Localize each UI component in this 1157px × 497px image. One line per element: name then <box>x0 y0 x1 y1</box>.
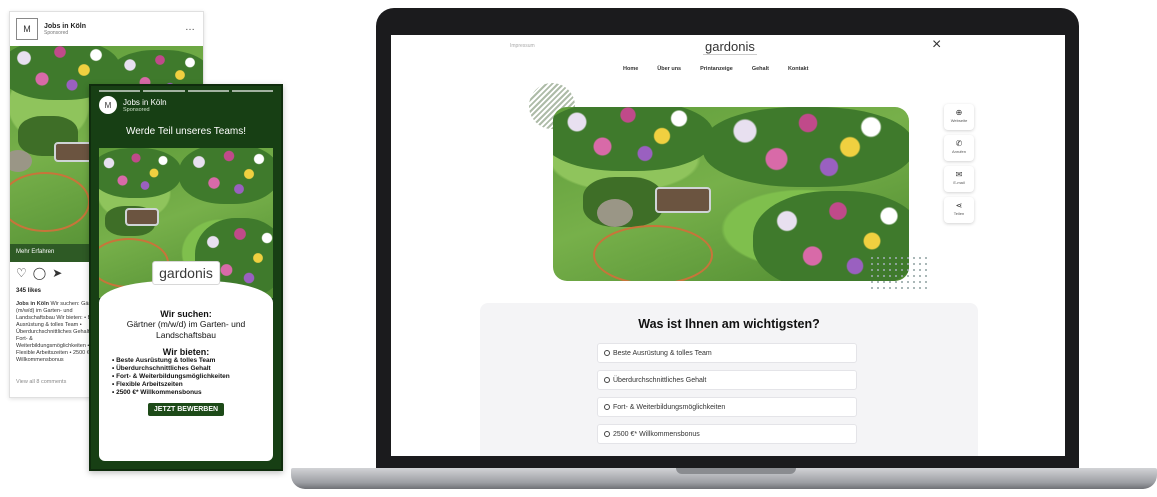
likes-count: 345 likes <box>16 288 42 294</box>
phone-story-ad: M Jobs in Köln Sponsored Werde Teil unse… <box>89 84 283 471</box>
quiz-option-label: Fort- & Weiterbildungsmöglichkeiten <box>613 403 726 411</box>
offer-heading: Wir bieten: <box>162 347 210 357</box>
call-label: Anrufen <box>951 149 966 154</box>
brand-logo: gardonis <box>152 261 220 285</box>
post-header: M Jobs in Köln Sponsored … <box>10 12 203 46</box>
nav-item-salary[interactable]: Gehalt <box>752 66 769 72</box>
offer-item: • Fort- & Weiterbildungsmöglichkeiten <box>112 373 230 380</box>
share-label: Teilen <box>953 211 965 216</box>
account-name[interactable]: Jobs in Köln <box>123 98 167 107</box>
quiz-title: Was ist Ihnen am wichtigsten? <box>638 317 820 331</box>
phone-icon: ✆ <box>955 139 963 148</box>
website-label: Webseite <box>950 118 968 123</box>
story-card: gardonis Wir suchen: Gärtner (m/w/d) im … <box>99 261 273 461</box>
quiz-option-label: Beste Ausrüstung & tolles Team <box>613 349 712 357</box>
call-button[interactable]: ✆ Anrufen <box>944 135 974 161</box>
offer-item: • Flexible Arbeitszeiten <box>112 381 183 388</box>
offer-item: • Überdurchschnittliches Gehalt <box>112 365 211 372</box>
quiz-option[interactable]: Fort- & Weiterbildungsmöglichkeiten <box>597 397 857 417</box>
brand-logo: M <box>16 18 38 40</box>
heart-icon[interactable]: ♡ <box>16 266 27 280</box>
hero-image <box>553 107 909 281</box>
main-nav: Home Über uns Printanzeige Gehalt Kontak… <box>623 66 808 72</box>
radio-icon <box>604 431 610 437</box>
sponsored-label: Sponsored <box>44 29 69 36</box>
sponsored-label: Sponsored <box>123 106 150 113</box>
view-comments-link[interactable]: View all 8 comments <box>16 379 66 385</box>
laptop-notch <box>676 468 796 474</box>
offer-list: • Beste Ausrüstung & tolles Team • Überd… <box>99 357 273 397</box>
share-icon: ⋖ <box>955 201 963 210</box>
nav-item-contact[interactable]: Kontakt <box>788 66 808 72</box>
globe-icon: ⊕ <box>955 108 963 117</box>
story-header: M Jobs in Köln Sponsored <box>99 96 167 114</box>
email-label: E-mail <box>953 180 965 185</box>
mail-icon: ✉ <box>955 170 963 179</box>
nav-item-print-ad[interactable]: Printanzeige <box>700 66 733 72</box>
radio-icon <box>604 404 610 410</box>
quiz-option[interactable]: Überdurchschnittliches Gehalt <box>597 370 857 390</box>
share-button[interactable]: ⋖ Teilen <box>944 197 974 223</box>
story-progress <box>99 90 273 92</box>
offer-item: • Beste Ausrüstung & tolles Team <box>112 357 216 364</box>
story-headline: Werde Teil unseres Teams! <box>125 126 247 137</box>
avatar: M <box>99 96 117 114</box>
close-icon[interactable]: × <box>932 36 941 54</box>
radio-icon <box>604 377 610 383</box>
seek-heading: Wir suchen: <box>160 309 212 319</box>
website-button[interactable]: ⊕ Webseite <box>944 104 974 130</box>
quiz-option[interactable]: 2500 €* Willkommensbonus <box>597 424 857 444</box>
impressum-link[interactable]: Impressum <box>510 43 535 49</box>
offer-item: • 2500 €* Willkommensbonus <box>112 389 202 396</box>
radio-icon <box>604 350 610 356</box>
quiz-option-label: Überdurchschnittliches Gehalt <box>613 376 707 384</box>
quiz-option-label: 2500 €* Willkommensbonus <box>613 430 700 438</box>
caption-account: Jobs in Köln <box>16 301 49 307</box>
brand-logo[interactable]: gardonis <box>703 39 757 55</box>
more-icon[interactable]: … <box>185 22 195 33</box>
quiz-panel: Was ist Ihnen am wichtigsten? Beste Ausr… <box>480 303 978 456</box>
laptop-screen: Impressum gardonis × Home Über uns Print… <box>391 35 1065 456</box>
share-icon[interactable]: ➤ <box>52 266 62 280</box>
decorative-dots <box>869 255 929 293</box>
apply-button[interactable]: JETZT BEWERBEN <box>147 403 225 416</box>
email-button[interactable]: ✉ E-mail <box>944 166 974 192</box>
post-actions: ♡ ◯ ➤ <box>16 266 62 280</box>
nav-item-home[interactable]: Home <box>623 66 638 72</box>
seek-text: Gärtner (m/w/d) im Garten- und Landschaf… <box>126 319 246 340</box>
nav-item-about[interactable]: Über uns <box>657 66 681 72</box>
quiz-option[interactable]: Beste Ausrüstung & tolles Team <box>597 343 857 363</box>
comment-icon[interactable]: ◯ <box>33 266 46 280</box>
account-name[interactable]: Jobs in Köln <box>44 23 86 30</box>
mockup-stage: { "phone_feed": { "brand_initials": "M",… <box>0 0 1157 497</box>
